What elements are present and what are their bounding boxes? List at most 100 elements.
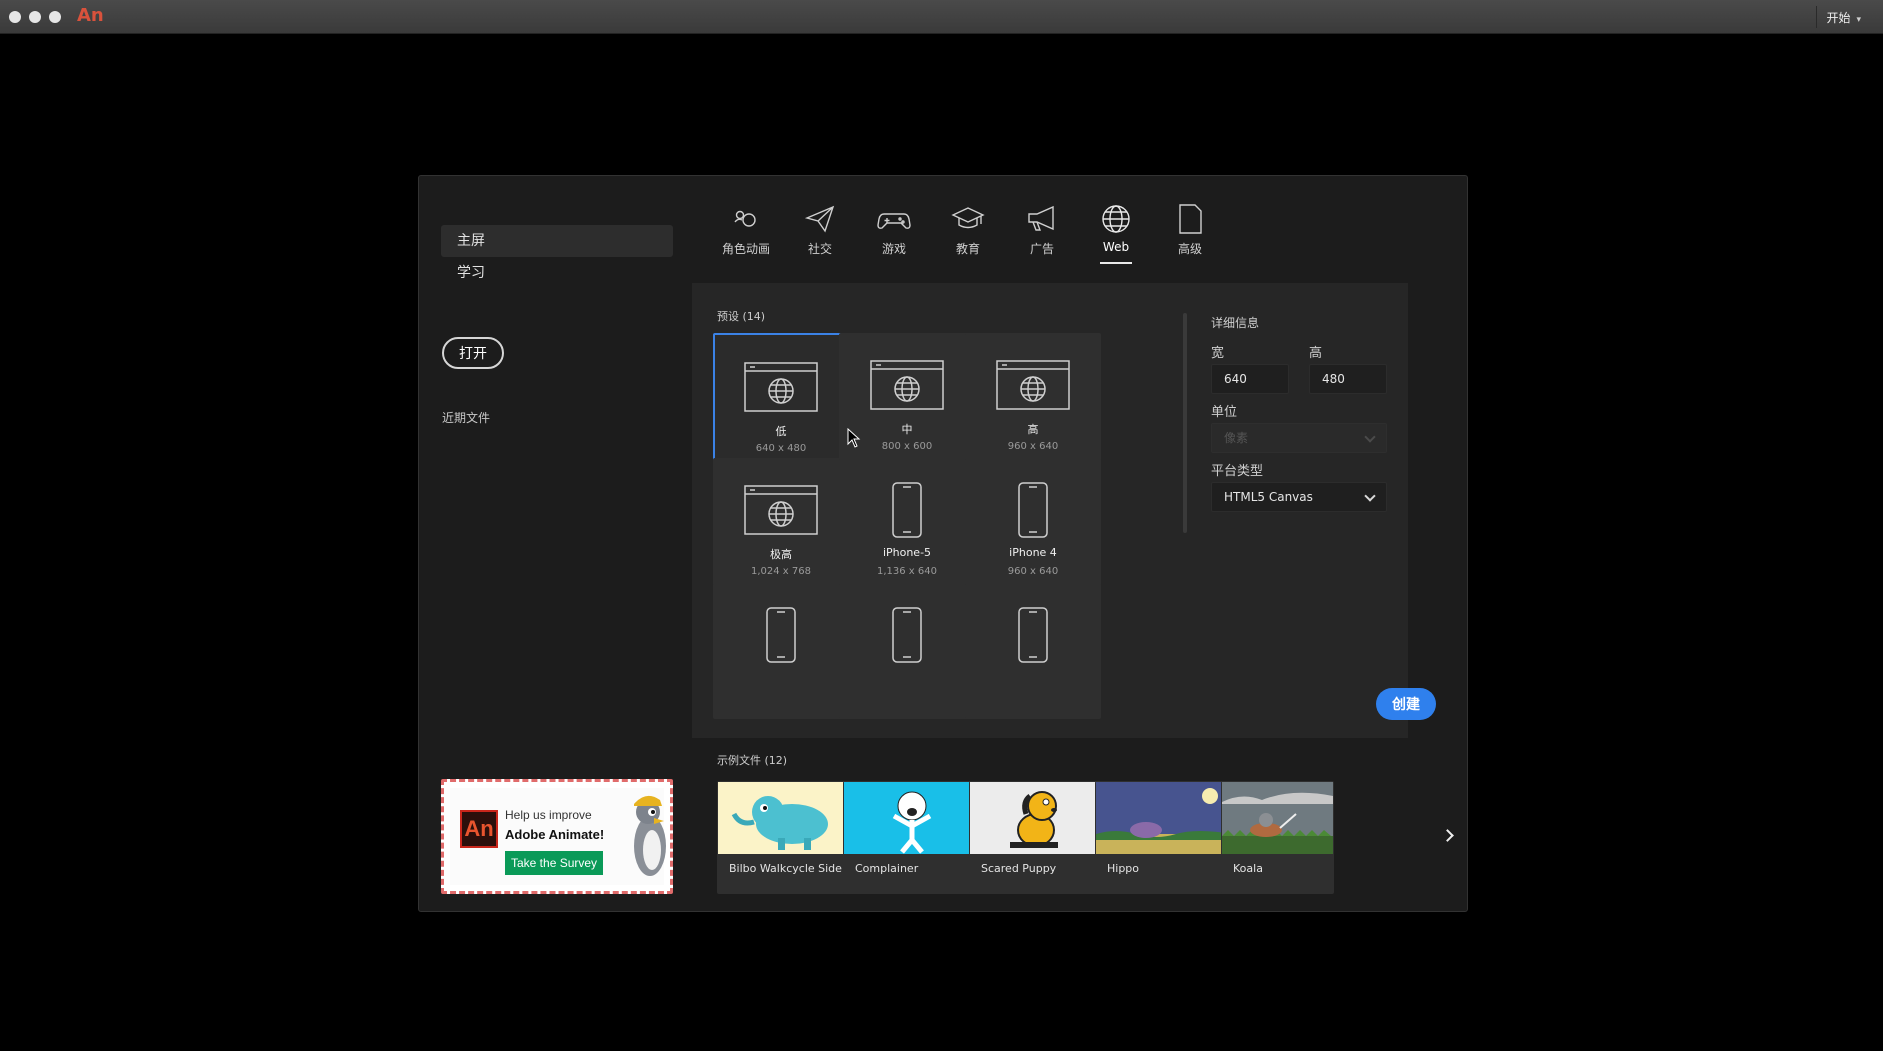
details-title: 详细信息 bbox=[1211, 316, 1260, 330]
tab-label: 角色动画 bbox=[721, 242, 770, 256]
workspace-label: 开始 bbox=[1826, 11, 1851, 25]
tab-advertising[interactable]: 广告 bbox=[1005, 202, 1079, 260]
tab-education[interactable]: 教育 bbox=[931, 202, 1005, 260]
sample-card[interactable]: Koala bbox=[1221, 781, 1334, 894]
phone-icon bbox=[713, 607, 849, 663]
sample-card[interactable]: Hippo bbox=[1095, 781, 1234, 894]
hippo-scene-icon bbox=[1096, 782, 1233, 854]
web-icon bbox=[839, 357, 975, 413]
survey-line-1: Help us improve bbox=[505, 808, 592, 822]
preset-name: 极高 bbox=[770, 548, 792, 561]
tab-web[interactable]: Web bbox=[1079, 202, 1153, 264]
sample-name: Koala bbox=[1233, 862, 1263, 875]
sample-thumbnail bbox=[970, 782, 1107, 854]
sample-card[interactable]: Complainer bbox=[843, 781, 982, 894]
tab-character-animation[interactable]: 角色动画 bbox=[709, 202, 783, 260]
bird-mascot-icon bbox=[634, 795, 666, 876]
tab-label: 广告 bbox=[1029, 242, 1054, 256]
phone-icon bbox=[839, 482, 975, 538]
samples-title: 示例文件 (12) bbox=[717, 754, 788, 767]
minimize-window-button[interactable] bbox=[29, 11, 41, 23]
preset-size: 960 x 640 bbox=[1007, 566, 1059, 577]
width-label: 宽 bbox=[1211, 346, 1225, 361]
title-bar: An 开始 ▾ bbox=[0, 0, 1883, 34]
preset-size: 640 x 480 bbox=[755, 443, 807, 454]
preset-size: 1,024 x 768 bbox=[751, 566, 811, 577]
sample-thumbnail bbox=[718, 782, 855, 854]
character-animation-icon bbox=[734, 210, 756, 227]
graduation-cap-icon bbox=[951, 207, 985, 229]
preset-name: 低 bbox=[775, 425, 787, 438]
creature-icon bbox=[731, 796, 828, 850]
document-icon bbox=[1179, 204, 1202, 234]
height-label: 高 bbox=[1309, 346, 1323, 361]
sample-name: Bilbo Walkcycle Side bbox=[729, 862, 842, 875]
presets-title: 预设 (14) bbox=[717, 310, 766, 323]
divider bbox=[1816, 6, 1817, 28]
chevron-right-icon[interactable] bbox=[1442, 826, 1456, 846]
survey-banner[interactable]: An Help us improve Adobe Animate! Take t… bbox=[441, 779, 673, 894]
platform-select[interactable]: HTML5 Canvas bbox=[1211, 482, 1387, 512]
nav-item-learn[interactable]: 学习 bbox=[441, 257, 673, 289]
tab-label: 社交 bbox=[807, 242, 832, 256]
gamepad-icon bbox=[877, 213, 911, 229]
preset-card[interactable]: iPhone 4 960 x 640 bbox=[965, 458, 1101, 594]
megaphone-icon bbox=[1028, 205, 1054, 231]
platform-value: HTML5 Canvas bbox=[1224, 490, 1313, 504]
preset-card[interactable]: iPhone-5 1,136 x 640 bbox=[839, 458, 975, 594]
left-nav: 主屏 学习 bbox=[441, 225, 673, 289]
sample-thumbnail bbox=[1222, 782, 1333, 854]
width-field[interactable]: 640 bbox=[1211, 364, 1289, 394]
details-panel: 详细信息 宽 640 高 480 单位 像素 平台类型 HTML5 Canvas… bbox=[1191, 283, 1436, 738]
survey-line-2: Adobe Animate! bbox=[505, 827, 605, 842]
preset-card[interactable]: 高 960 x 640 bbox=[965, 333, 1101, 469]
sample-name: Scared Puppy bbox=[981, 862, 1057, 875]
tab-social[interactable]: 社交 bbox=[783, 202, 857, 260]
tab-label: 游戏 bbox=[881, 242, 906, 256]
app-logo: An bbox=[77, 5, 104, 26]
sample-card[interactable]: Scared Puppy bbox=[969, 781, 1108, 894]
create-button[interactable]: 创建 bbox=[1376, 688, 1436, 720]
category-tabs: 角色动画 社交 游戏 教育 广告 Web 高级 bbox=[709, 202, 1227, 264]
web-icon bbox=[715, 359, 847, 415]
tab-advanced[interactable]: 高级 bbox=[1153, 202, 1227, 260]
preset-card[interactable] bbox=[839, 583, 975, 719]
sample-card[interactable]: Bilbo Walkcycle Side bbox=[717, 781, 856, 894]
sample-thumbnail bbox=[1096, 782, 1233, 854]
unit-select: 像素 bbox=[1211, 423, 1387, 453]
workspace-switcher[interactable]: 开始 ▾ bbox=[1826, 9, 1861, 26]
sample-name: Hippo bbox=[1107, 862, 1140, 875]
sample-thumbnail bbox=[844, 782, 981, 854]
preset-card[interactable]: 中 800 x 600 bbox=[839, 333, 975, 469]
preset-card[interactable]: 低 640 x 480 bbox=[713, 333, 849, 469]
zoom-window-button[interactable] bbox=[49, 11, 61, 23]
animate-logo: An bbox=[460, 810, 498, 848]
height-field[interactable]: 480 bbox=[1309, 364, 1387, 394]
unit-value: 像素 bbox=[1224, 431, 1249, 445]
preset-size: 960 x 640 bbox=[1007, 441, 1059, 452]
close-window-button[interactable] bbox=[9, 11, 21, 23]
tab-label: 教育 bbox=[955, 242, 980, 256]
nav-item-home[interactable]: 主屏 bbox=[441, 225, 673, 257]
tab-label: Web bbox=[1102, 240, 1130, 254]
puppy-icon bbox=[1010, 791, 1058, 848]
take-survey-button[interactable]: Take the Survey bbox=[505, 851, 604, 875]
web-icon bbox=[713, 482, 849, 538]
open-button[interactable]: 打开 bbox=[442, 337, 504, 369]
preset-card[interactable] bbox=[965, 583, 1101, 719]
phone-icon bbox=[965, 482, 1101, 538]
preset-name: iPhone-5 bbox=[882, 546, 932, 559]
paper-plane-icon bbox=[804, 205, 835, 233]
chevron-down-icon: ▾ bbox=[1856, 15, 1861, 25]
preset-card[interactable] bbox=[713, 583, 849, 719]
presets-panel: 预设 (14) 低 640 x 480 中 800 x 600 高 960 x … bbox=[692, 283, 1191, 738]
preset-name: iPhone 4 bbox=[1009, 546, 1057, 559]
tab-label: 高级 bbox=[1177, 242, 1202, 256]
tab-games[interactable]: 游戏 bbox=[857, 202, 931, 260]
chevron-down-icon bbox=[1364, 431, 1376, 443]
sample-name: Complainer bbox=[855, 862, 919, 875]
phone-icon bbox=[839, 607, 975, 663]
start-dialog: 主屏 学习 打开 近期文件 角色动画 社交 游戏 教育 广告 Web 高级 预设… bbox=[418, 175, 1468, 912]
presets-scrollbar[interactable] bbox=[1183, 313, 1187, 533]
preset-card[interactable]: 极高 1,024 x 768 bbox=[713, 458, 849, 594]
